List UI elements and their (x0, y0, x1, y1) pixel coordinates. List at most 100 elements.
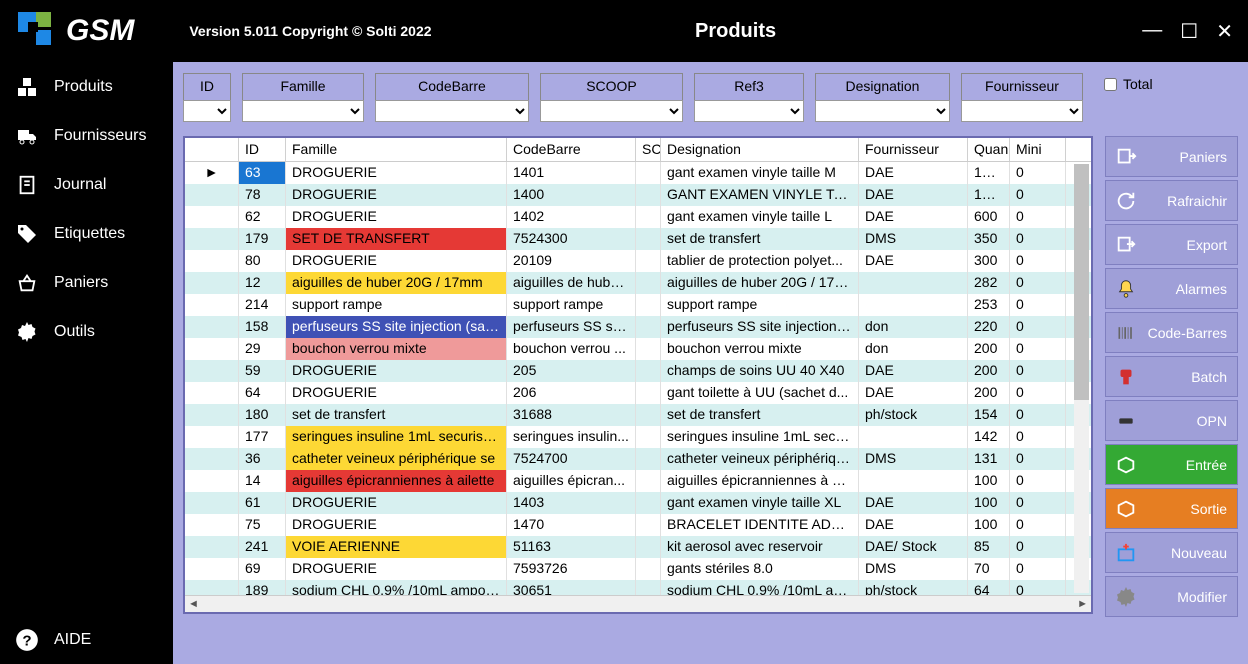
table-row[interactable]: 214support rampesupport rampesupport ram… (185, 294, 1091, 316)
horizontal-scrollbar[interactable]: ◄► (185, 595, 1091, 612)
grid-col-mini[interactable]: Mini (1010, 138, 1066, 161)
action-opn[interactable]: OPN (1105, 400, 1238, 441)
table-row[interactable]: 80DROGUERIE20109tablier de protection po… (185, 250, 1091, 272)
sidebar-item-produits[interactable]: Produits (0, 62, 173, 111)
sidebar-item-aide[interactable]: ? AIDE (0, 615, 173, 664)
sidebar-item-paniers[interactable]: Paniers (0, 258, 173, 307)
row-selector (185, 206, 239, 228)
cell-mini: 0 (1010, 272, 1066, 294)
action-entre[interactable]: Entrée (1105, 444, 1238, 485)
titlebar: GSM Version 5.011 Copyright © Solti 2022… (0, 0, 1248, 62)
table-row[interactable]: 179SET DE TRANSFERT7524300set de transfe… (185, 228, 1091, 250)
row-selector (185, 338, 239, 360)
table-row[interactable]: 64DROGUERIE206gant toilette à UU (sachet… (185, 382, 1091, 404)
action-modifier[interactable]: Modifier (1105, 576, 1238, 617)
cell-designation: seringues insuline 1mL securis... (661, 426, 859, 448)
action-codebarres[interactable]: Code-Barres (1105, 312, 1238, 353)
table-row[interactable]: 189sodium CHL 0,9% /10mL ampoule30651sod… (185, 580, 1091, 595)
action-nouveau[interactable]: Nouveau (1105, 532, 1238, 573)
grid-col-scoop[interactable]: SC (636, 138, 661, 161)
action-export[interactable]: Export (1105, 224, 1238, 265)
row-selector (185, 536, 239, 558)
table-row[interactable]: 75DROGUERIE1470BRACELET IDENTITE ADULTED… (185, 514, 1091, 536)
page-title: Produits (695, 20, 776, 43)
filter-label-ref3: Ref3 (694, 73, 804, 100)
filter-select-designation[interactable] (815, 100, 950, 122)
table-row[interactable]: 158perfuseurs SS site injection (sachepe… (185, 316, 1091, 338)
cell-id: 12 (239, 272, 286, 294)
table-row[interactable]: ►63DROGUERIE1401gant examen vinyle taill… (185, 162, 1091, 184)
cell-scoop (636, 426, 661, 448)
cell-fournisseur: DAE (859, 250, 968, 272)
sidebar-item-journal[interactable]: Journal (0, 160, 173, 209)
cell-id: 241 (239, 536, 286, 558)
close-icon[interactable]: ✕ (1216, 19, 1233, 44)
action-paniers[interactable]: Paniers (1105, 136, 1238, 177)
total-checkbox[interactable] (1104, 78, 1117, 91)
sidebar: ProduitsFournisseursJournalEtiquettesPan… (0, 62, 173, 664)
grid-col-codebarre[interactable]: CodeBarre (507, 138, 636, 161)
cell-designation: GANT EXAMEN VINYLE TAILLE S (661, 184, 859, 206)
cell-scoop (636, 536, 661, 558)
cell-famille: DROGUERIE (286, 514, 507, 536)
table-row[interactable]: 14aiguilles épicranniennes à ailetteaigu… (185, 470, 1091, 492)
sidebar-item-fournisseurs[interactable]: Fournisseurs (0, 111, 173, 160)
table-row[interactable]: 177seringues insuline 1mL securiséesseri… (185, 426, 1091, 448)
action-rafraichir[interactable]: Rafraichir (1105, 180, 1238, 221)
grid-col-fournisseur[interactable]: Fournisseur (859, 138, 968, 161)
table-row[interactable]: 62DROGUERIE1402gant examen vinyle taille… (185, 206, 1091, 228)
cell-scoop (636, 360, 661, 382)
action-batch[interactable]: Batch (1105, 356, 1238, 397)
action-sortie[interactable]: Sortie (1105, 488, 1238, 529)
table-row[interactable]: 78DROGUERIE1400GANT EXAMEN VINYLE TAILLE… (185, 184, 1091, 206)
table-row[interactable]: 61DROGUERIE1403gant examen vinyle taille… (185, 492, 1091, 514)
table-row[interactable]: 180set de transfert31688set de transfert… (185, 404, 1091, 426)
cell-codebarre: 1402 (507, 206, 636, 228)
products-grid: ID Famille CodeBarre SC Designation Four… (183, 136, 1093, 614)
minimize-icon[interactable]: — (1142, 19, 1162, 44)
filter-select-id[interactable] (183, 100, 231, 122)
grid-col-quantite[interactable]: Quan (968, 138, 1010, 161)
cell-quantite: 220 (968, 316, 1010, 338)
cell-famille: DROGUERIE (286, 184, 507, 206)
box-in-icon (1114, 453, 1138, 477)
filter-select-ref3[interactable] (694, 100, 804, 122)
cell-designation: gant examen vinyle taille L (661, 206, 859, 228)
table-row[interactable]: 59DROGUERIE205champs de soins UU 40 X40D… (185, 360, 1091, 382)
grid-col-id[interactable]: ID (239, 138, 286, 161)
filter-label-fournisseur: Fournisseur (961, 73, 1083, 100)
grid-col-famille[interactable]: Famille (286, 138, 507, 161)
table-row[interactable]: 69DROGUERIE7593726gants stériles 8.0DMS7… (185, 558, 1091, 580)
filter-select-fournisseur[interactable] (961, 100, 1083, 122)
cell-quantite: 300 (968, 250, 1010, 272)
table-row[interactable]: 12aiguilles de huber 20G / 17mmaiguilles… (185, 272, 1091, 294)
filter-select-scoop[interactable] (540, 100, 683, 122)
cell-id: 78 (239, 184, 286, 206)
table-row[interactable]: 29bouchon verrou mixtebouchon verrou ...… (185, 338, 1091, 360)
table-row[interactable]: 36catheter veineux périphérique se752470… (185, 448, 1091, 470)
export-icon (1114, 233, 1138, 257)
grid-body[interactable]: ►63DROGUERIE1401gant examen vinyle taill… (185, 162, 1091, 595)
maximize-icon[interactable]: ☐ (1180, 19, 1198, 44)
sidebar-item-etiquettes[interactable]: Etiquettes (0, 209, 173, 258)
filter-select-famille[interactable] (242, 100, 364, 122)
sidebar-item-outils[interactable]: Outils (0, 307, 173, 356)
cell-id: 189 (239, 580, 286, 595)
cell-famille: sodium CHL 0,9% /10mL ampoule (286, 580, 507, 595)
cell-designation: champs de soins UU 40 X40 (661, 360, 859, 382)
cell-fournisseur: DMS (859, 448, 968, 470)
vertical-scrollbar[interactable] (1074, 164, 1089, 593)
grid-col-selector[interactable] (185, 138, 239, 161)
cell-id: 63 (239, 162, 286, 184)
gear-icon (14, 319, 40, 345)
filter-select-codebarre[interactable] (375, 100, 529, 122)
journal-icon (14, 172, 40, 198)
cell-designation: perfuseurs SS site injection (s... (661, 316, 859, 338)
table-row[interactable]: 241VOIE AERIENNE51163kit aerosol avec re… (185, 536, 1091, 558)
cell-scoop (636, 316, 661, 338)
cell-scoop (636, 250, 661, 272)
action-alarmes[interactable]: Alarmes (1105, 268, 1238, 309)
cell-quantite: 70 (968, 558, 1010, 580)
grid-col-designation[interactable]: Designation (661, 138, 859, 161)
filter-label-scoop: SCOOP (540, 73, 683, 100)
